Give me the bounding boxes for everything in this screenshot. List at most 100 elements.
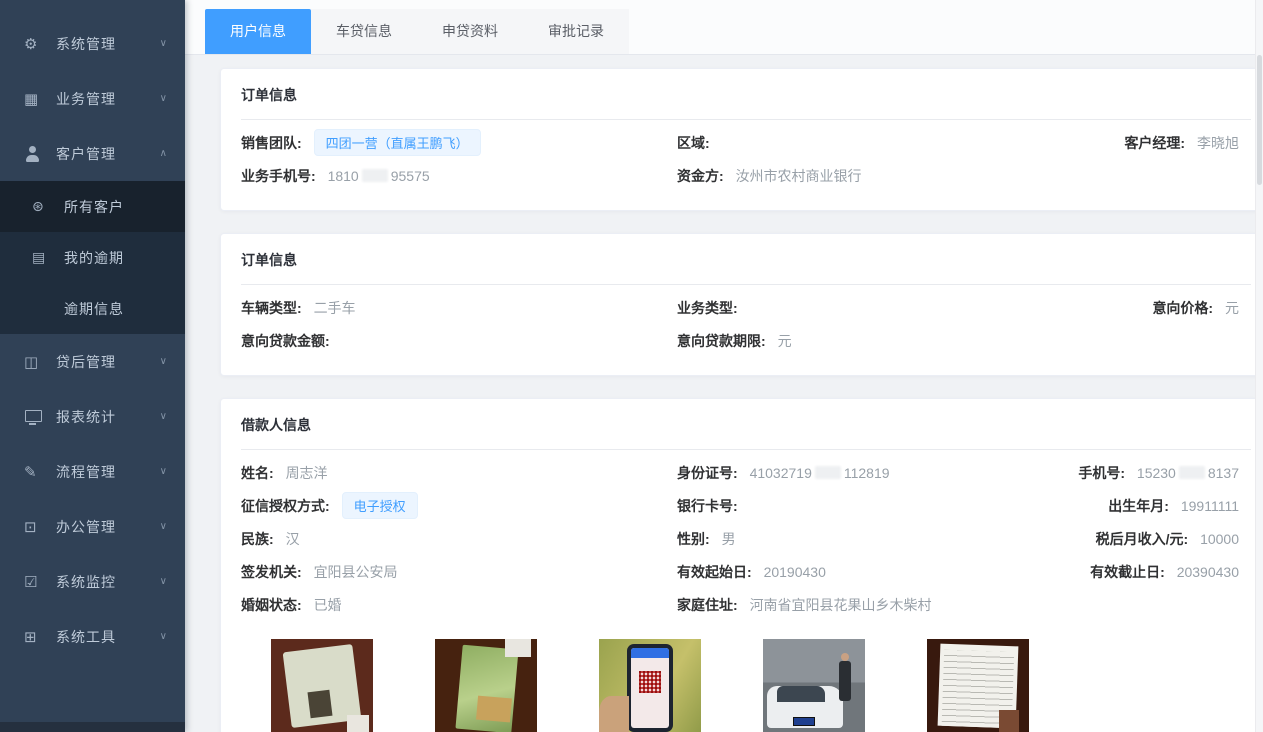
field-gender: 性别: 男 (677, 529, 1096, 549)
sidebar-item-label: 客户管理 (56, 144, 116, 164)
field-label: 车辆类型: (241, 300, 302, 316)
field-label: 签发机关: (241, 564, 302, 580)
photo-item: 其他资料 (927, 639, 1029, 732)
phone-qr-photo[interactable] (599, 639, 701, 732)
tab-approval-records[interactable]: 审批记录 (523, 9, 629, 54)
sidebar-nav: ⚙ 系统管理 ∨ ▦ 业务管理 ∨ 客户管理 ∧ ⊛ 所有客户 ▤ (0, 0, 185, 722)
field-intent-loan-term: 意向贷款期限: 元 (677, 331, 1239, 351)
sidebar-item-system-tools[interactable]: ⊞ 系统工具 ∨ (0, 609, 185, 664)
sales-team-tag[interactable]: 四团一营（直属王鹏飞） (314, 129, 481, 156)
field-issuing-authority: 签发机关: 宜阳县公安局 (241, 562, 677, 582)
sidebar-item-office-management[interactable]: ⊡ 办公管理 ∨ (0, 499, 185, 554)
tab-bar: 用户信息 车贷信息 申贷资料 审批记录 (185, 0, 1263, 55)
tab-content: 订单信息 销售团队: 四团一营（直属王鹏飞） 区域: 客户经理: 李晓旭 (185, 55, 1263, 732)
field-label: 征信授权方式: (241, 498, 330, 514)
sidebar-item-my-overdue[interactable]: ▤ 我的逾期 (0, 232, 185, 283)
field-value: 152308137 (1137, 465, 1239, 481)
field-row: 车辆类型: 二手车 业务类型: 意向价格: 元 (241, 291, 1251, 324)
photo-item: 身份证照 (271, 639, 373, 732)
paper-document-photo[interactable] (927, 639, 1029, 732)
field-value: 河南省宜阳县花果山乡木柴村 (750, 597, 932, 613)
field-marital-status: 婚姻状态: 已婚 (241, 595, 677, 615)
tab-car-loan-info[interactable]: 车贷信息 (311, 9, 417, 54)
sidebar-item-business-management[interactable]: ▦ 业务管理 ∨ (0, 71, 185, 126)
chevron-down-icon: ∨ (160, 356, 167, 367)
field-label: 姓名: (241, 465, 274, 481)
sidebar-item-label: 贷后管理 (56, 352, 116, 372)
chevron-down-icon: ∨ (160, 576, 167, 587)
tab-loan-application-materials[interactable]: 申贷资料 (417, 9, 523, 54)
field-label: 银行卡号: (677, 498, 738, 514)
card-title: 订单信息 (241, 250, 1251, 285)
field-row: 婚姻状态: 已婚 家庭住址: 河南省宜阳县花果山乡木柴村 (241, 588, 1251, 621)
vertical-scrollbar[interactable] (1255, 0, 1263, 732)
field-label: 税后月收入/元: (1096, 531, 1189, 547)
user-icon (24, 146, 46, 162)
field-value: 41032719112819 (750, 465, 890, 481)
sidebar-item-system-management[interactable]: ⚙ 系统管理 ∨ (0, 16, 185, 71)
sidebar-item-label: 流程管理 (56, 462, 116, 482)
order-info-card-2: 订单信息 车辆类型: 二手车 业务类型: 意向价格: 元 (220, 233, 1260, 376)
sidebar-item-label: 所有客户 (64, 197, 124, 217)
field-label: 身份证号: (677, 465, 738, 481)
toolbox-icon: ⊞ (24, 629, 46, 645)
field-region: 区域: (677, 133, 1124, 153)
field-name: 姓名: 周志洋 (241, 463, 677, 483)
chevron-up-icon: ∧ (160, 148, 167, 159)
customer-management-submenu: ⊛ 所有客户 ▤ 我的逾期 逾期信息 (0, 181, 185, 334)
id-card-photo[interactable] (271, 639, 373, 732)
field-label: 区域: (677, 135, 710, 151)
field-label: 有效截止日: (1090, 564, 1165, 580)
field-account-manager: 客户经理: 李晓旭 (1124, 133, 1251, 153)
sidebar: ⚙ 系统管理 ∨ ▦ 业务管理 ∨ 客户管理 ∧ ⊛ 所有客户 ▤ (0, 0, 185, 732)
sidebar-item-post-loan-management[interactable]: ◫ 贷后管理 ∨ (0, 334, 185, 389)
field-intent-price: 意向价格: 元 (1152, 298, 1251, 318)
field-label: 资金方: (677, 168, 724, 184)
field-label: 意向贷款金额: (241, 333, 330, 349)
field-label: 意向贷款期限: (677, 333, 766, 349)
main-content: 用户信息 车贷信息 申贷资料 审批记录 订单信息 销售团队: 四团一营（直属王鹏… (185, 0, 1263, 732)
tab-user-info[interactable]: 用户信息 (205, 9, 311, 54)
sidebar-item-all-customers[interactable]: ⊛ 所有客户 (0, 181, 185, 232)
field-funder: 资金方: 汝州市农村商业银行 (677, 166, 1239, 186)
field-sales-team: 销售团队: 四团一营（直属王鹏飞） (241, 129, 677, 156)
table-icon: ▦ (24, 91, 46, 107)
chevron-down-icon: ∨ (160, 93, 167, 104)
field-label: 客户经理: (1124, 135, 1185, 151)
photo-item: 授权截图 (599, 639, 701, 732)
e-auth-tag[interactable]: 电子授权 (342, 492, 418, 519)
monitor-icon (24, 409, 46, 425)
chevron-down-icon: ∨ (160, 411, 167, 422)
green-booklet-photo[interactable] (435, 639, 537, 732)
chevron-down-icon: ∨ (160, 38, 167, 49)
sidebar-item-label: 系统管理 (56, 34, 116, 54)
sidebar-item-label: 我的逾期 (64, 248, 124, 268)
field-row: 签发机关: 宜阳县公安局 有效起始日: 20190430 有效截止日: 2039… (241, 555, 1251, 588)
field-label: 民族: (241, 531, 274, 547)
field-value: 宜阳县公安局 (314, 564, 398, 580)
field-label: 家庭住址: (677, 597, 738, 613)
sidebar-item-process-management[interactable]: ✎ 流程管理 ∨ (0, 444, 185, 499)
sidebar-footer (0, 722, 185, 732)
field-value: 元 (1225, 300, 1239, 316)
field-value: 二手车 (314, 300, 356, 316)
photo-item: 驾驶证副页 (435, 639, 537, 732)
sidebar-item-label: 报表统计 (56, 407, 116, 427)
field-value: 元 (778, 333, 792, 349)
sidebar-item-overdue-info[interactable]: 逾期信息 (0, 283, 185, 334)
order-info-card-1: 订单信息 销售团队: 四团一营（直属王鹏飞） 区域: 客户经理: 李晓旭 (220, 68, 1260, 211)
sidebar-item-system-monitoring[interactable]: ☑ 系统监控 ∨ (0, 554, 185, 609)
field-value: 20390430 (1177, 564, 1239, 580)
field-row: 征信授权方式: 电子授权 银行卡号: 出生年月: 19911111 (241, 489, 1251, 522)
sidebar-item-label: 逾期信息 (64, 299, 124, 319)
sidebar-item-report-statistics[interactable]: 报表统计 ∨ (0, 389, 185, 444)
field-label: 性别: (677, 531, 710, 547)
field-value: 19911111 (1181, 498, 1239, 514)
field-row: 意向贷款金额: 意向贷款期限: 元 (241, 324, 1251, 357)
field-label: 有效起始日: (677, 564, 752, 580)
field-valid-to: 有效截止日: 20390430 (1090, 562, 1251, 582)
sidebar-item-customer-management[interactable]: 客户管理 ∧ (0, 126, 185, 181)
scrollbar-thumb[interactable] (1257, 55, 1262, 185)
sidebar-item-label: 办公管理 (56, 517, 116, 537)
car-person-photo[interactable] (763, 639, 865, 732)
